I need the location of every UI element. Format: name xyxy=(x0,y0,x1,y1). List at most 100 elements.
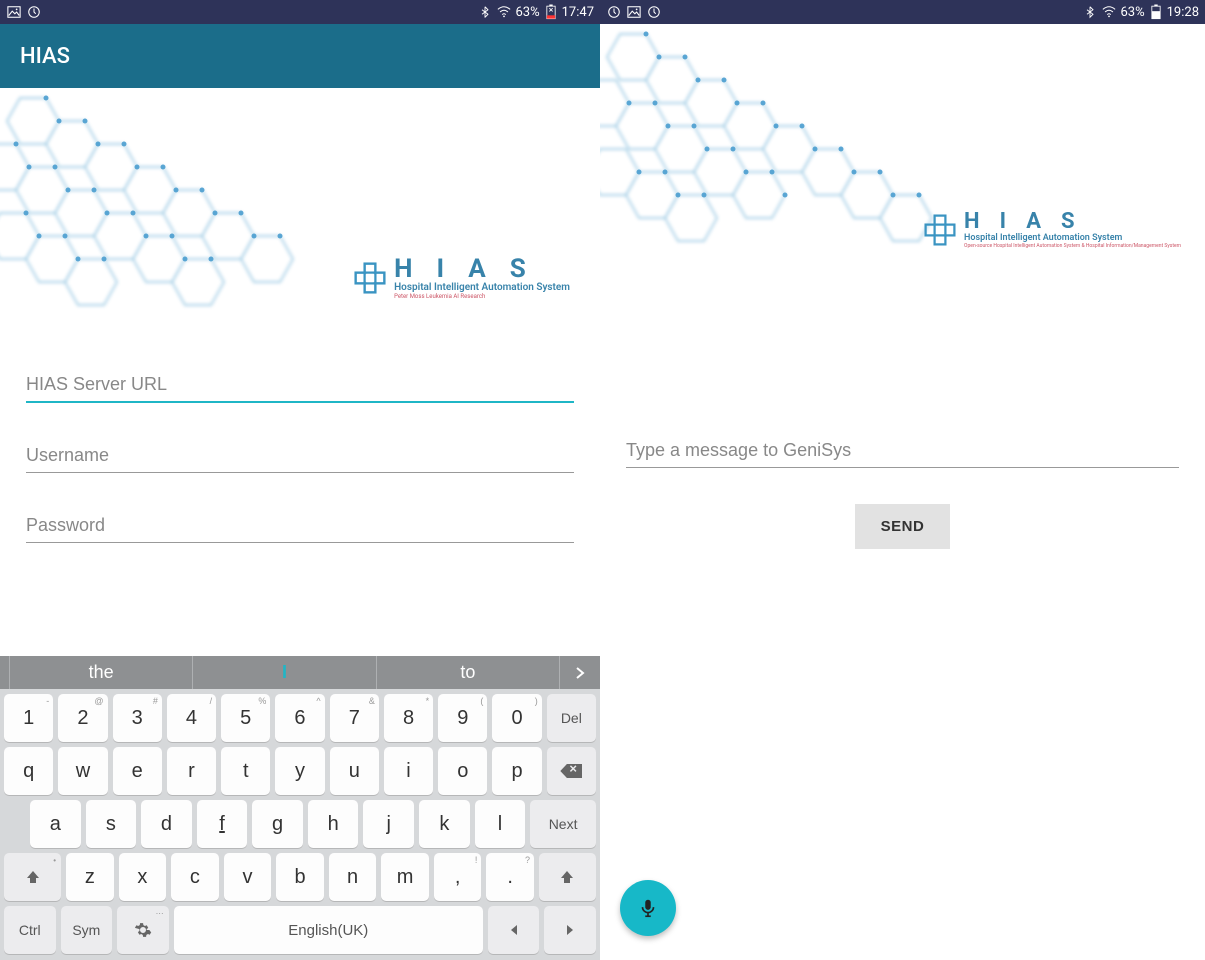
key-n[interactable]: n xyxy=(329,853,377,901)
gear-icon xyxy=(134,921,152,939)
hias-logo: HIAS Hospital Intelligent Automation Sys… xyxy=(922,211,1181,249)
key-shift-left[interactable]: • xyxy=(4,853,61,901)
key-i[interactable]: i xyxy=(384,747,433,795)
key-2[interactable]: 2@ xyxy=(58,694,107,742)
key-5[interactable]: 5% xyxy=(221,694,270,742)
shift-icon xyxy=(559,869,575,885)
wifi-icon xyxy=(496,4,512,20)
key-sym[interactable]: Sym xyxy=(61,906,113,954)
image-icon xyxy=(626,4,642,20)
backspace-icon xyxy=(560,764,582,778)
server-url-field[interactable] xyxy=(26,368,574,403)
hero-banner: HIAS Hospital Intelligent Automation Sys… xyxy=(600,24,1205,284)
key-d[interactable]: d xyxy=(141,800,192,848)
microphone-icon xyxy=(637,897,659,919)
message-field[interactable] xyxy=(626,434,1179,468)
app-bar: HIAS xyxy=(0,24,600,88)
chevron-right-icon xyxy=(575,666,585,680)
key-a[interactable]: a xyxy=(30,800,81,848)
hias-logo: HIAS Hospital Intelligent Automation Sys… xyxy=(352,256,570,300)
logo-subtitle: Hospital Intelligent Automation System xyxy=(394,282,570,293)
key-9[interactable]: 9( xyxy=(438,694,487,742)
suggestion-1[interactable]: the xyxy=(10,656,193,689)
triangle-right-icon xyxy=(564,923,576,937)
clock: 17:47 xyxy=(562,5,594,20)
key-left[interactable] xyxy=(488,906,540,954)
key-x[interactable]: x xyxy=(119,853,167,901)
battery-icon: ✕ xyxy=(543,4,559,20)
key-1[interactable]: 1- xyxy=(4,694,53,742)
key-next[interactable]: Next xyxy=(530,800,596,848)
soft-keyboard[interactable]: the I to 1-2@3#4/5%6^7&8*9(0)Del qwertyu… xyxy=(0,656,600,960)
wifi-icon xyxy=(1101,4,1117,20)
key-period[interactable]: .? xyxy=(486,853,534,901)
cross-icon xyxy=(352,260,388,296)
key-4[interactable]: 4/ xyxy=(167,694,216,742)
key-0[interactable]: 0) xyxy=(492,694,541,742)
key-6[interactable]: 6^ xyxy=(275,694,324,742)
key-u[interactable]: u xyxy=(330,747,379,795)
key-p[interactable]: p xyxy=(492,747,541,795)
logo-letters: HIAS xyxy=(394,256,570,282)
key-t[interactable]: t xyxy=(221,747,270,795)
cross-icon xyxy=(922,212,958,248)
suggestion-3[interactable]: to xyxy=(377,656,560,689)
key-ctrl[interactable]: Ctrl xyxy=(4,906,56,954)
key-j[interactable]: j xyxy=(363,800,414,848)
logo-subtitle: Hospital Intelligent Automation System xyxy=(964,233,1181,243)
suggestion-2[interactable]: I xyxy=(193,656,376,689)
battery-pct: 63% xyxy=(1120,5,1144,20)
svg-text:✕: ✕ xyxy=(548,7,553,14)
status-bar: 63% ✕ 17:47 xyxy=(0,0,600,24)
key-w[interactable]: w xyxy=(58,747,107,795)
key-b[interactable]: b xyxy=(276,853,324,901)
key-backspace[interactable] xyxy=(547,747,596,795)
password-input[interactable] xyxy=(26,509,574,543)
key-settings[interactable]: ⋯ xyxy=(117,906,169,954)
key-3[interactable]: 3# xyxy=(113,694,162,742)
sync-icon-2 xyxy=(646,4,662,20)
suggestion-spacer xyxy=(0,656,10,689)
key-shift-right[interactable] xyxy=(539,853,596,901)
key-s[interactable]: s xyxy=(86,800,137,848)
key-del[interactable]: Del xyxy=(547,694,596,742)
key-space[interactable]: English(UK) xyxy=(174,906,483,954)
mic-fab[interactable] xyxy=(620,880,676,936)
key-7[interactable]: 7& xyxy=(330,694,379,742)
key-f[interactable]: f xyxy=(197,800,248,848)
key-y[interactable]: y xyxy=(275,747,324,795)
key-q[interactable]: q xyxy=(4,747,53,795)
send-button[interactable]: SEND xyxy=(855,504,951,549)
key-l[interactable]: l xyxy=(475,800,526,848)
hero-banner: HIAS Hospital Intelligent Automation Sys… xyxy=(0,88,600,328)
key-e[interactable]: e xyxy=(113,747,162,795)
sync-icon xyxy=(26,4,42,20)
key-c[interactable]: c xyxy=(171,853,219,901)
key-m[interactable]: m xyxy=(381,853,429,901)
username-input[interactable] xyxy=(26,439,574,473)
key-r[interactable]: r xyxy=(167,747,216,795)
key-right[interactable] xyxy=(544,906,596,954)
key-z[interactable]: z xyxy=(66,853,114,901)
username-field[interactable] xyxy=(26,439,574,473)
clock: 19:28 xyxy=(1167,5,1199,20)
password-field[interactable] xyxy=(26,509,574,543)
message-input[interactable] xyxy=(626,434,1179,468)
key-g[interactable]: g xyxy=(252,800,303,848)
key-k[interactable]: k xyxy=(419,800,470,848)
key-h[interactable]: h xyxy=(308,800,359,848)
key-v[interactable]: v xyxy=(224,853,272,901)
app-title: HIAS xyxy=(20,44,70,69)
key-comma[interactable]: ,! xyxy=(434,853,482,901)
server-url-input[interactable] xyxy=(26,368,574,403)
key-o[interactable]: o xyxy=(438,747,487,795)
logo-tiny: Open-source Hospital Intelligent Automat… xyxy=(964,243,1181,249)
logo-letters: HIAS xyxy=(964,211,1181,233)
bluetooth-icon xyxy=(477,4,493,20)
battery-pct: 63% xyxy=(515,5,539,20)
suggestion-more[interactable] xyxy=(560,656,600,689)
bluetooth-icon xyxy=(1082,4,1098,20)
sync-icon xyxy=(606,4,622,20)
key-8[interactable]: 8* xyxy=(384,694,433,742)
suggestion-bar: the I to xyxy=(0,656,600,689)
